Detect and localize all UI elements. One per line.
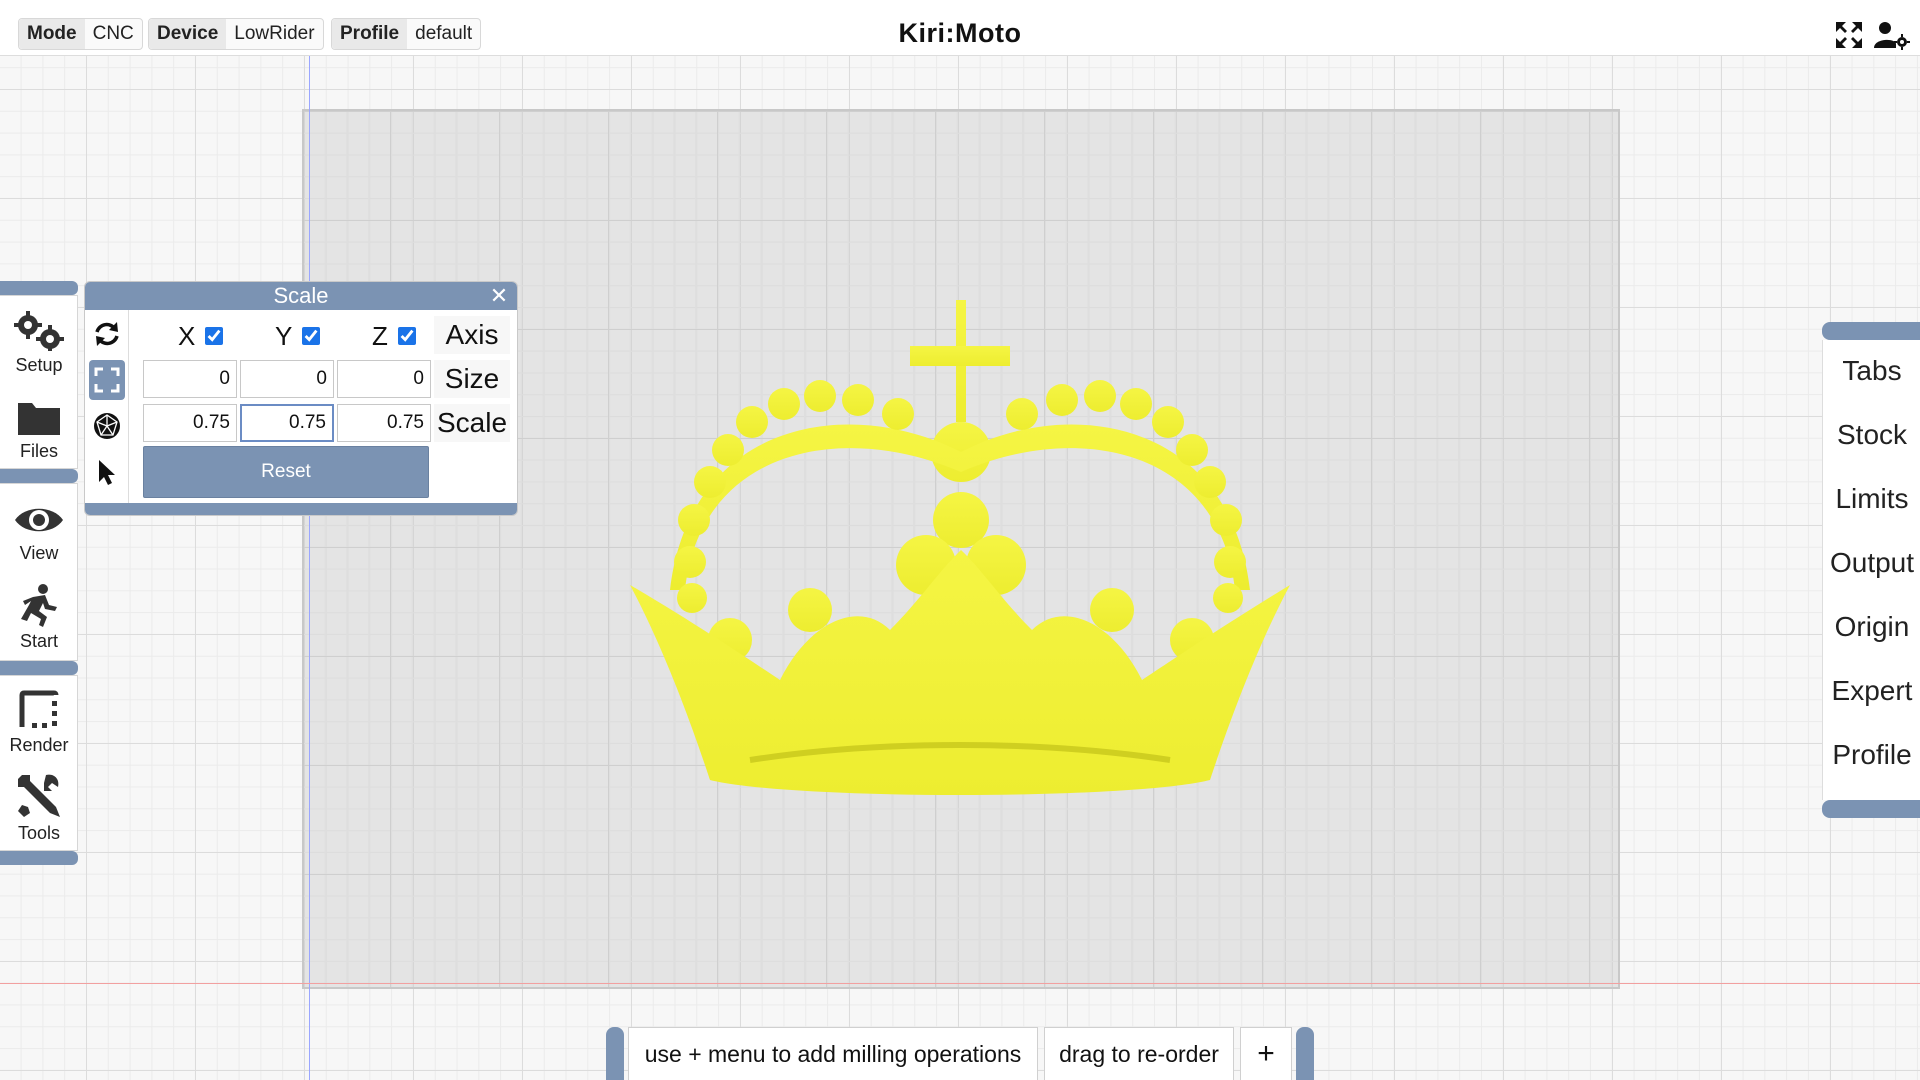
ops-bar-cap-left xyxy=(606,1027,624,1080)
left-toolbar-group-1: Setup Files xyxy=(0,295,78,469)
ops-bar-cap-right xyxy=(1296,1027,1314,1080)
render-button[interactable]: Render xyxy=(0,676,78,760)
scale-y-input[interactable] xyxy=(240,404,334,442)
running-person-icon xyxy=(21,584,57,627)
scale-row-label: Scale xyxy=(434,404,510,442)
top-bar: Mode CNC Device LowRider Profile default… xyxy=(0,0,1920,56)
size-z-input[interactable] xyxy=(337,360,431,398)
scale-dialog-title: Scale xyxy=(273,283,329,308)
profile-value: default xyxy=(415,23,473,44)
left-toolbar-divider-1 xyxy=(0,469,78,483)
rotate-tool-button[interactable] xyxy=(89,314,125,354)
device-value: LowRider xyxy=(234,23,315,44)
mode-value: CNC xyxy=(92,23,134,44)
user-settings-icon[interactable] xyxy=(1874,20,1910,50)
axis-y-checkbox[interactable] xyxy=(302,327,321,345)
right-menu-cap-bottom xyxy=(1822,800,1920,818)
axis-x-label: X xyxy=(178,320,196,351)
scale-dialog-footer xyxy=(85,503,517,515)
view-button[interactable]: View xyxy=(0,484,78,568)
add-operation-button[interactable]: + xyxy=(1240,1027,1292,1080)
axis-y-toggle: Y xyxy=(275,318,321,354)
operations-bar: use + menu to add milling operations dra… xyxy=(606,1027,1314,1080)
device-key: Device xyxy=(149,19,227,49)
mesh-tool-button[interactable] xyxy=(89,406,125,446)
select-arrow-icon xyxy=(99,460,115,485)
axis-z-checkbox[interactable] xyxy=(397,327,416,345)
view-label: View xyxy=(19,543,59,563)
menu-item-profile[interactable]: Profile xyxy=(1823,724,1920,786)
ops-hint: use + menu to add milling operations xyxy=(628,1027,1038,1080)
mode-key: Mode xyxy=(19,19,85,49)
profile-key: Profile xyxy=(332,19,408,49)
start-button[interactable]: Start xyxy=(0,572,78,656)
right-settings-menu: Tabs Stock Limits Output Origin Expert P… xyxy=(1822,322,1920,822)
right-menu-cap-top xyxy=(1822,322,1920,340)
x-axis-line xyxy=(0,983,1920,984)
size-row-label: Size xyxy=(434,360,510,398)
close-icon[interactable]: ✕ xyxy=(487,284,511,308)
setup-label: Setup xyxy=(15,355,63,375)
axis-x-toggle: X xyxy=(178,318,224,354)
transform-tools xyxy=(85,310,129,508)
start-label: Start xyxy=(19,631,58,651)
folder-icon xyxy=(18,403,60,435)
left-toolbar-divider-2 xyxy=(0,661,78,675)
files-button[interactable]: Files xyxy=(0,382,78,466)
tools-icon xyxy=(18,774,60,817)
crown-model[interactable] xyxy=(630,300,1290,800)
right-menu-items: Tabs Stock Limits Output Origin Expert P… xyxy=(1822,340,1920,800)
scale-icon xyxy=(94,367,120,393)
mesh-icon xyxy=(94,413,120,439)
axis-z-label: Z xyxy=(372,320,388,351)
menu-item-expert[interactable]: Expert xyxy=(1823,660,1920,722)
scale-dialog: Scale ✕ X Y Z Axis 0 0 0 Size 0.75 0.75 … xyxy=(84,281,518,516)
menu-item-stock[interactable]: Stock xyxy=(1823,404,1920,466)
axis-z-toggle: Z xyxy=(372,318,416,354)
render-frame-icon xyxy=(19,690,59,728)
profile-selector[interactable]: Profile default xyxy=(331,18,482,50)
setup-button[interactable]: Setup xyxy=(0,296,78,380)
mode-selector[interactable]: Mode CNC xyxy=(18,18,143,50)
rotate-icon xyxy=(95,322,119,346)
scale-tool-button[interactable] xyxy=(89,360,125,400)
axis-y-label: Y xyxy=(275,320,293,351)
axis-row-label: Axis xyxy=(434,316,510,354)
app-root: Mode CNC Device LowRider Profile default… xyxy=(0,0,1920,1080)
scale-z-input[interactable] xyxy=(337,404,431,442)
size-x-input[interactable] xyxy=(143,360,237,398)
menu-item-limits[interactable]: Limits xyxy=(1823,468,1920,530)
left-toolbar-cap xyxy=(0,281,78,295)
fullscreen-icon[interactable] xyxy=(1834,20,1864,50)
app-title-text: Kiri:Moto xyxy=(898,18,1022,48)
device-selector[interactable]: Device LowRider xyxy=(148,18,324,50)
left-toolbar-cap-bottom xyxy=(0,851,78,865)
size-y-input[interactable] xyxy=(240,360,334,398)
tools-button[interactable]: Tools xyxy=(0,764,78,848)
tools-label: Tools xyxy=(17,823,61,843)
files-label: Files xyxy=(19,441,58,461)
menu-item-origin[interactable]: Origin xyxy=(1823,596,1920,658)
reorder-hint: drag to re-order xyxy=(1044,1027,1234,1080)
left-toolbar-group-2: View Start xyxy=(0,483,78,661)
axis-x-checkbox[interactable] xyxy=(205,327,224,345)
eye-icon xyxy=(15,508,63,532)
reset-button[interactable]: Reset xyxy=(143,446,429,498)
render-label: Render xyxy=(9,735,69,755)
left-toolbar-group-3: Render Tools xyxy=(0,675,78,851)
workspace-viewport[interactable] xyxy=(0,0,1920,1080)
menu-item-tabs[interactable]: Tabs xyxy=(1823,340,1920,402)
y-axis-line xyxy=(309,56,310,1080)
scale-x-input[interactable] xyxy=(143,404,237,442)
select-tool-button[interactable] xyxy=(89,452,125,492)
menu-item-output[interactable]: Output xyxy=(1823,532,1920,594)
gears-icon xyxy=(14,311,64,351)
scale-dialog-titlebar[interactable]: Scale ✕ xyxy=(85,282,517,310)
